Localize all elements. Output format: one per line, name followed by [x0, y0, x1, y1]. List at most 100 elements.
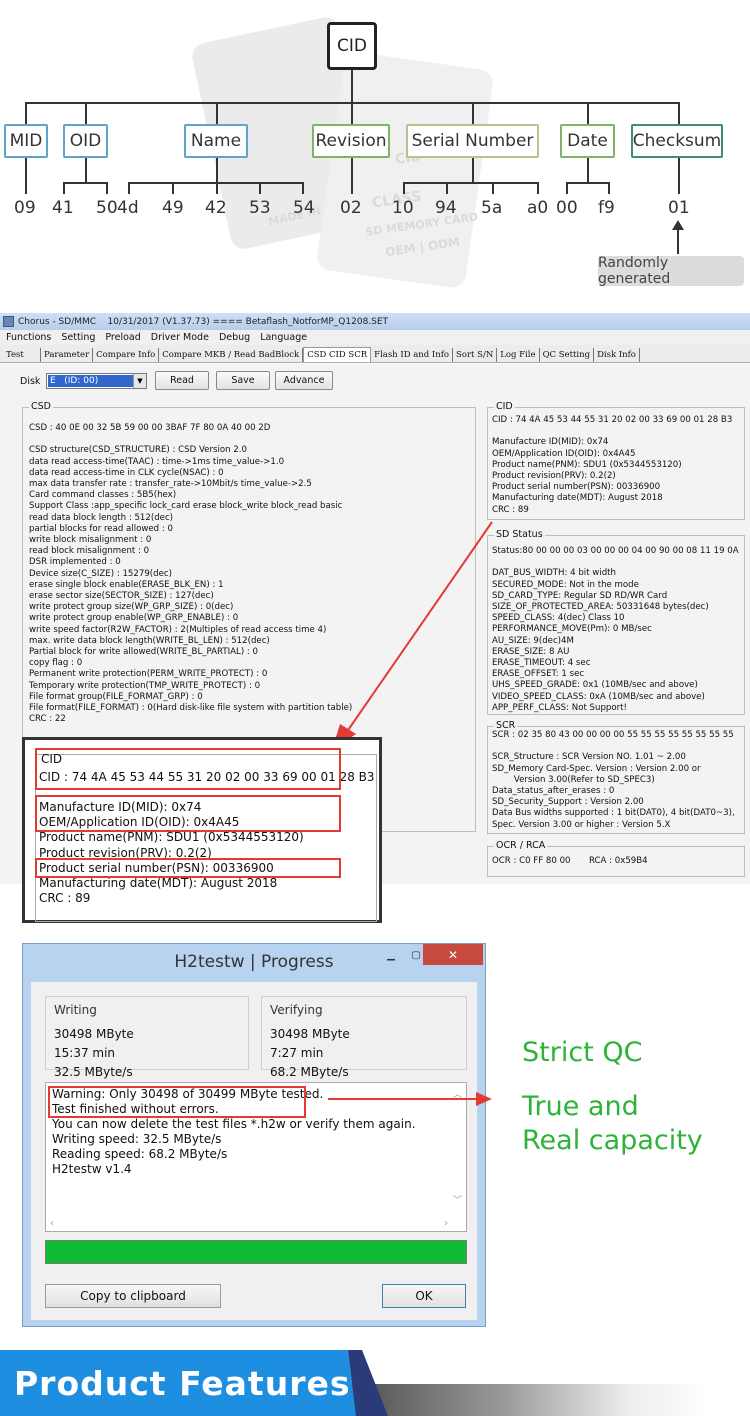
menu-debug[interactable]: Debug [219, 332, 250, 343]
writing-time: 15:37 min [54, 1046, 116, 1060]
minimize-button[interactable]: ▁ [378, 945, 404, 966]
save-button[interactable]: Save [216, 371, 270, 390]
field-label: Checksum [632, 131, 722, 151]
byte-value: 94 [435, 198, 457, 218]
csd-line: Partial block for write allowed(WRITE_BL… [29, 647, 259, 658]
sd-status-line: ERASE_SIZE: 8 AU [492, 646, 570, 657]
tree-line [351, 158, 353, 194]
tab-log-file[interactable]: Log File [497, 348, 540, 362]
tree-line [172, 182, 174, 194]
tab-qc-setting[interactable]: QC Setting [540, 348, 595, 362]
scroll-right-icon[interactable]: › [444, 1218, 448, 1229]
disk-select[interactable]: E (ID: 00) ▼ [46, 373, 147, 389]
menu-language[interactable]: Language [260, 332, 307, 343]
tree-line [403, 182, 538, 184]
tab-parameter[interactable]: Parameter [41, 348, 94, 362]
scroll-down-icon[interactable]: ﹀ [453, 1193, 462, 1206]
app-icon [3, 316, 14, 327]
tab-sort-sn[interactable]: Sort S/N [453, 348, 498, 362]
read-button[interactable]: Read [155, 371, 209, 390]
cid-group-title: CID [494, 401, 515, 412]
scr-line: SD_Security_Support : Version 2.00 [492, 797, 644, 808]
cid-line: CID : 74 4A 45 53 44 55 31 20 02 00 33 6… [492, 415, 733, 425]
field-mid-box: MID [4, 124, 48, 158]
arrow-up-icon [672, 220, 684, 230]
byte-value: a0 [527, 198, 549, 218]
red-arrow-icon [332, 521, 493, 750]
writing-stats: 30498 MByte 15:37 min 32.5 MByte/s [54, 1025, 134, 1082]
menu-functions[interactable]: Functions [6, 332, 51, 343]
byte-value: 02 [340, 198, 362, 218]
zoom-cid-detail-line: CRC : 89 [39, 891, 91, 906]
zoom-cid-detail-line: Product name(PNM): SDU1 (0x5344553120) [39, 830, 304, 845]
csd-line: data read access-time in CLK cycle(NSAC)… [29, 467, 224, 478]
tree-line [351, 70, 353, 103]
tab-csd-cid-scr[interactable]: CSD CID SCR [303, 347, 372, 362]
highlight-mid-oid [35, 795, 341, 832]
sd-status-line: SPEED_CLASS: 4(dec) Class 10 [492, 613, 625, 624]
h2testw-window: H2testw | Progress ▁ ▢ ✕ Writing 30498 M… [22, 943, 486, 1327]
tab-flash-id[interactable]: Flash ID and Info [371, 348, 454, 362]
ok-button[interactable]: OK [382, 1284, 466, 1308]
tree-line [25, 102, 27, 124]
zoom-cid-detail-line: Manufacturing date(MDT): August 2018 [39, 876, 278, 891]
menu-driver-mode[interactable]: Driver Mode [151, 332, 209, 343]
sd-status-line [492, 557, 739, 568]
sd-status-line: UHS_SPEED_GRADE: 0x1 (10MB/sec and above… [492, 680, 698, 691]
verifying-group: Verifying 30498 MByte 7:27 min 68.2 MByt… [261, 996, 467, 1079]
csd-line: max data transfer rate : transfer_rate->… [29, 479, 312, 490]
tree-line [403, 182, 405, 194]
byte-value: 09 [14, 198, 36, 218]
sd-status-line: SD_CARD_TYPE: Regular SD RD/WR Card [492, 590, 668, 601]
tree-line [216, 158, 218, 182]
sd-status-line: AU_SIZE: 9(dec)4M [492, 635, 574, 646]
writing-title: Writing [54, 1003, 97, 1017]
randomly-generated-note: Randomly generated [598, 255, 744, 287]
rca-value: RCA : 0x59B4 [589, 856, 648, 866]
csd-line: max. write data block length(WRITE_BL_LE… [29, 635, 270, 646]
tree-line [63, 182, 108, 184]
cid-line: OEM/Application ID(OID): 0x4A45 [492, 448, 636, 459]
sd-status-line: Status:80 00 00 00 03 00 00 00 04 00 90 … [492, 546, 739, 556]
copy-to-clipboard-button[interactable]: Copy to clipboard [45, 1284, 221, 1308]
h2testw-section: H2testw | Progress ▁ ▢ ✕ Writing 30498 M… [0, 923, 750, 1345]
scr-line: Spec. Version 3.00 or higher : Version 5… [492, 819, 671, 830]
progress-fill [46, 1241, 466, 1263]
copy-button-label: Copy to clipboard [80, 1289, 186, 1303]
sd-status-line: VIDEO_SPEED_CLASS: 0xA (10MB/sec and abo… [492, 691, 705, 702]
csd-line: erase single block enable(ERASE_BLK_EN) … [29, 579, 224, 590]
tab-compare-mkb[interactable]: Compare MKB / Read BadBlock [159, 348, 304, 362]
scroll-left-icon[interactable]: ‹ [50, 1218, 54, 1229]
advance-button-label: Advance [283, 375, 325, 386]
csd-line: Support Class :app_specific lock_card er… [29, 501, 343, 512]
menu-setting[interactable]: Setting [61, 332, 95, 343]
byte-value: 41 [52, 198, 74, 218]
banner-gradient [340, 1384, 750, 1416]
menu-preload[interactable]: Preload [105, 332, 140, 343]
banner-title: Product Features [14, 1364, 351, 1403]
tab-disk-info[interactable]: Disk Info [594, 348, 640, 362]
tab-test[interactable]: Test [3, 348, 41, 362]
byte-value: 5a [481, 198, 503, 218]
tree-line [566, 182, 568, 194]
tree-line [63, 182, 65, 194]
csd-line: File format group(FILE_FORMAT_GRP) : 0 [29, 691, 203, 702]
tree-line [302, 182, 304, 194]
field-label: OID [69, 131, 102, 151]
sd-status-line: DAT_BUS_WIDTH: 4 bit width [492, 568, 616, 579]
log-line: You can now delete the test files *.h2w … [52, 1117, 416, 1132]
verifying-time: 7:27 min [270, 1046, 324, 1060]
csd-line: DSR implemented : 0 [29, 557, 121, 568]
csd-line: Device size(C_SIZE) : 15279(dec) [29, 568, 172, 579]
sd-status-line: PERFORMANCE_MOVE(Pm): 0 MB/sec [492, 624, 652, 635]
byte-value: 10 [392, 198, 414, 218]
byte-value: 54 [293, 198, 315, 218]
tree-line [566, 182, 610, 184]
csd-line: read block misalignment : 0 [29, 546, 150, 557]
dropdown-arrow-icon[interactable]: ▼ [133, 374, 146, 388]
close-button[interactable]: ✕ [423, 944, 483, 965]
tab-compare-info[interactable]: Compare Info [93, 348, 160, 362]
advance-button[interactable]: Advance [275, 371, 333, 390]
scr-text: SCR : 02 35 80 43 00 00 00 00 55 55 55 5… [492, 730, 735, 831]
csd-line: erase sector size(SECTOR_SIZE) : 127(dec… [29, 591, 214, 602]
